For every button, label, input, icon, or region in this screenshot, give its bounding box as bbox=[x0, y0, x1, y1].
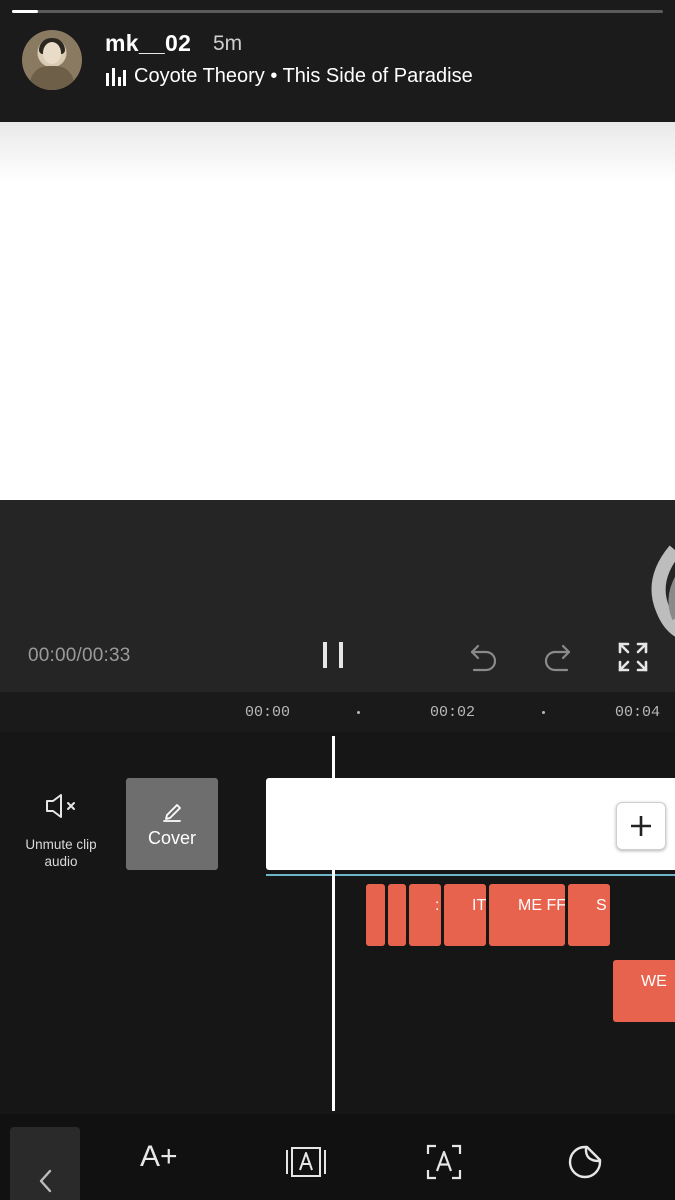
time-display: 00:00/00:33 bbox=[28, 645, 131, 666]
music-attribution[interactable]: Coyote Theory • This Side of Paradise bbox=[134, 65, 473, 88]
text-clip[interactable] bbox=[366, 884, 385, 946]
avatar[interactable] bbox=[22, 30, 82, 90]
text-template-icon[interactable] bbox=[282, 1140, 330, 1184]
text-clip[interactable]: ME FF bbox=[489, 884, 565, 946]
plus-icon bbox=[631, 816, 651, 836]
playhead[interactable] bbox=[332, 736, 335, 1111]
text-clip[interactable]: : bbox=[409, 884, 441, 946]
ruler-dot bbox=[357, 711, 360, 714]
story-timestamp: 5m bbox=[213, 32, 243, 55]
app-logo-icon bbox=[651, 545, 675, 637]
music-song: This Side of Paradise bbox=[282, 65, 473, 87]
pencil-icon bbox=[163, 804, 181, 822]
text-clip[interactable] bbox=[388, 884, 406, 946]
ruler-dot bbox=[542, 711, 545, 714]
auto-caption-icon[interactable] bbox=[420, 1140, 468, 1184]
fullscreen-icon[interactable] bbox=[617, 641, 649, 673]
pause-button[interactable] bbox=[318, 640, 352, 672]
preview-top-gradient bbox=[0, 122, 675, 182]
ruler-label: 00:04 bbox=[615, 704, 661, 721]
text-clip[interactable]: IT bbox=[444, 884, 486, 946]
back-button[interactable] bbox=[10, 1127, 80, 1200]
video-clip[interactable] bbox=[266, 778, 675, 870]
music-separator: • bbox=[270, 65, 278, 87]
username[interactable]: mk__02 bbox=[105, 30, 191, 57]
text-clip[interactable]: WE bbox=[613, 960, 675, 1022]
story-progress-fill bbox=[12, 10, 39, 13]
undo-icon[interactable] bbox=[468, 640, 500, 674]
sticker-icon[interactable] bbox=[561, 1140, 609, 1184]
text-clip[interactable]: S bbox=[568, 884, 610, 946]
ruler-label: 00:00 bbox=[245, 704, 291, 721]
ruler-label: 00:02 bbox=[430, 704, 476, 721]
music-artist: Coyote Theory bbox=[134, 65, 265, 87]
unmute-clip-audio-label[interactable]: Unmute clip audio bbox=[14, 836, 108, 870]
redo-icon[interactable] bbox=[541, 640, 573, 674]
music-bars-icon bbox=[106, 68, 126, 86]
story-header: mk__02 5m Coyote Theory • This Side of P… bbox=[0, 0, 675, 122]
back-icon bbox=[39, 1169, 52, 1193]
video-preview[interactable] bbox=[0, 182, 675, 500]
timeline-ruler[interactable]: 00:00 00:02 00:04 bbox=[0, 692, 675, 732]
add-clip-button[interactable] bbox=[616, 802, 666, 850]
mute-speaker-icon[interactable] bbox=[44, 792, 80, 820]
story-progress-track bbox=[12, 10, 663, 13]
cover-label: Cover bbox=[147, 828, 196, 848]
cover-button[interactable]: Cover bbox=[126, 778, 218, 870]
audio-waveform-line bbox=[266, 874, 675, 876]
add-text-icon[interactable]: A+ bbox=[140, 1140, 200, 1174]
